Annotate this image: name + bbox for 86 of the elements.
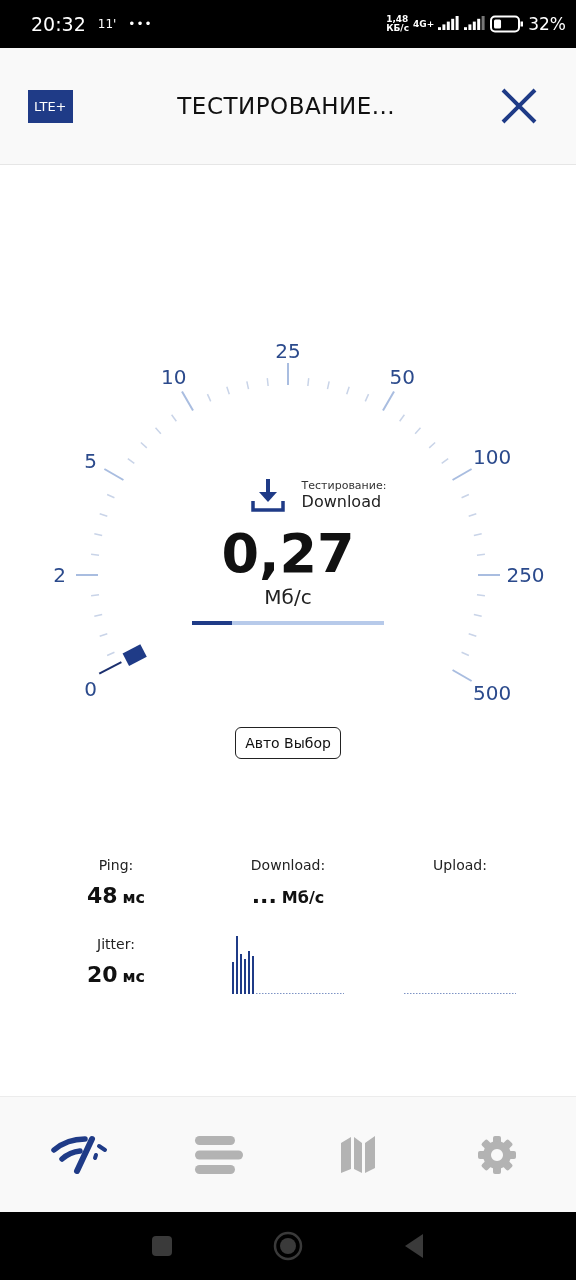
gauge-tick — [75, 574, 99, 576]
speed-unit: Мб/с — [264, 585, 312, 609]
gauge-tick — [451, 468, 473, 481]
gauge-tick — [473, 613, 483, 617]
stat-value: ... — [251, 883, 277, 908]
gauge-tick — [467, 632, 478, 637]
network-badge: LTE+ — [28, 89, 73, 123]
battery-icon — [490, 15, 525, 33]
gauge-tick — [106, 651, 116, 657]
stat-unit: мс — [122, 967, 146, 986]
data-rate-unit: КБ/с — [386, 24, 409, 33]
gauge-tick — [326, 380, 330, 390]
network-type: 4G+ — [413, 19, 435, 29]
scale-label: 10 — [161, 365, 187, 390]
gauge-tick — [246, 380, 250, 390]
gauge-tick — [307, 377, 310, 387]
gauge-tick — [451, 669, 473, 682]
scale-label: 2 — [53, 563, 66, 587]
gauge-tick — [428, 441, 436, 449]
status-time: 20:32 — [31, 13, 86, 35]
signal-icon — [464, 16, 487, 32]
gauge-tick — [206, 393, 212, 403]
gauge-tick — [181, 390, 194, 412]
gauge-tick — [467, 513, 478, 518]
gauge-tick — [382, 390, 395, 412]
gauge-tick — [287, 362, 289, 386]
gauge-tick — [266, 377, 269, 387]
phase-label: Тестирование: — [301, 479, 387, 492]
gauge-tick — [98, 513, 109, 518]
gauge-tick — [98, 632, 109, 637]
stat-value: 48 — [86, 883, 118, 908]
speedometer-icon — [50, 1134, 109, 1175]
more-notifications: ••• — [128, 17, 153, 31]
gauge-tick — [473, 533, 483, 537]
scale-label: 25 — [275, 339, 301, 363]
gauge-tick — [127, 457, 136, 465]
data-rate: 1,48 — [386, 15, 409, 24]
stat-value: 20 — [86, 962, 118, 987]
back-button[interactable] — [403, 1233, 425, 1259]
gauge-tick — [140, 441, 148, 449]
gauge-tick — [440, 457, 449, 465]
gauge-tick — [460, 493, 470, 499]
gauge-tick — [345, 385, 350, 396]
gauge-tick — [477, 574, 501, 576]
scale-label: 250 — [506, 563, 545, 587]
gauge-tick — [103, 468, 125, 481]
stat-unit: мс — [122, 888, 146, 907]
stat-label: Upload: — [433, 857, 487, 873]
gauge-tick — [90, 553, 100, 556]
stat-label: Jitter: — [97, 936, 135, 952]
notification-count: 11' — [97, 17, 117, 31]
list-icon — [193, 1134, 244, 1175]
gauge-tick — [398, 414, 406, 423]
stat-unit: Мб/с — [281, 888, 325, 907]
scale-label: 50 — [389, 365, 415, 390]
signal-icon — [438, 16, 461, 32]
server-select-button[interactable]: Авто Выбор — [235, 727, 341, 759]
gauge-tick — [93, 613, 103, 617]
settings-icon — [476, 1134, 517, 1175]
gauge-tick — [154, 427, 162, 435]
speed-value: 0,27 — [221, 523, 355, 585]
gauge-tick — [106, 493, 116, 499]
scale-label: 500 — [473, 680, 512, 705]
gauge-tick — [414, 427, 422, 435]
gauge-tick — [170, 414, 178, 423]
gauge-needle — [98, 644, 147, 675]
scale-label: 0 — [84, 676, 97, 701]
map-icon — [339, 1134, 376, 1175]
gauge-tick — [364, 393, 370, 403]
gauge-tick — [226, 385, 231, 396]
gauge-tick — [476, 594, 486, 597]
recents-button[interactable] — [151, 1235, 173, 1257]
scale-label: 5 — [84, 449, 97, 474]
gauge-tick — [93, 533, 103, 537]
close-icon[interactable] — [500, 87, 538, 125]
stat-label: Download: — [250, 857, 326, 873]
gauge-tick — [460, 651, 470, 657]
home-button[interactable] — [273, 1231, 303, 1261]
gauge-tick — [90, 594, 100, 597]
download-icon — [249, 477, 286, 513]
page-title: ТЕСТИРОВАНИЕ... — [176, 93, 397, 119]
scale-label: 100 — [473, 445, 512, 470]
battery-percent: 32% — [528, 14, 566, 34]
phase-name: Download — [301, 492, 383, 511]
stat-label: Ping: — [98, 857, 134, 873]
gauge-tick — [476, 553, 486, 556]
